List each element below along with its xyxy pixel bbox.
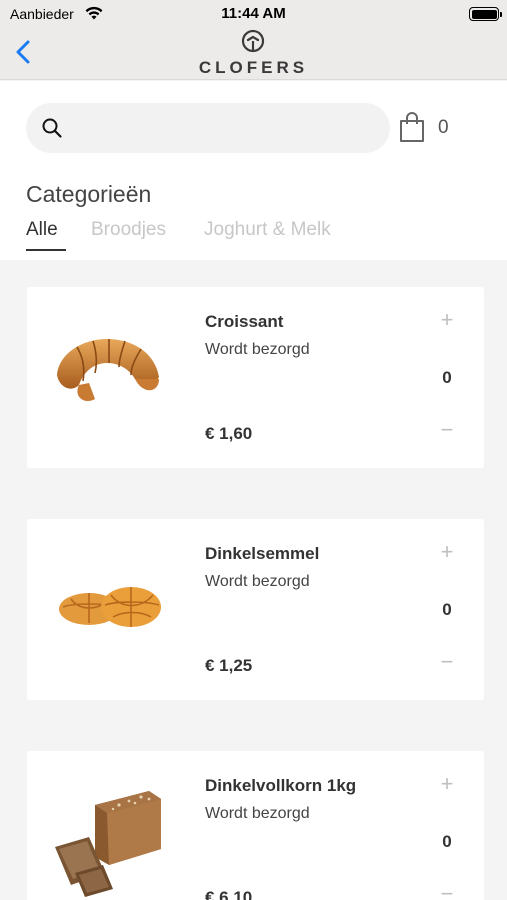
cart-button[interactable]: 0 [398, 111, 458, 145]
product-card: Croissant Wordt bezorgd € 1,60 + 0 − [27, 287, 484, 468]
search-input[interactable] [72, 103, 372, 153]
decrease-quantity-button[interactable]: − [435, 882, 459, 900]
active-tab-indicator [26, 249, 66, 251]
status-time: 11:44 AM [221, 5, 286, 22]
cart-count: 0 [438, 117, 449, 138]
product-quantity: 0 [442, 832, 452, 851]
search-icon [42, 118, 62, 138]
increase-quantity-button[interactable]: + [435, 540, 459, 564]
tab-alle[interactable]: Alle [26, 219, 58, 241]
header-section: 0 Categorieën Alle Broodjes Joghurt & Me… [0, 81, 507, 260]
search-bar[interactable] [26, 103, 390, 153]
croissant-image [57, 339, 159, 402]
product-status: Wordt bezorgd [205, 805, 310, 822]
decrease-quantity-button[interactable]: − [435, 650, 459, 674]
status-bar: Aanbieder 11:44 AM [0, 0, 507, 28]
product-name: Dinkelvollkorn 1kg [205, 776, 357, 795]
increase-quantity-button[interactable]: + [435, 308, 459, 332]
product-status: Wordt bezorgd [205, 341, 310, 358]
decrease-quantity-button[interactable]: − [435, 418, 459, 442]
navigation-bar: Aanbieder 11:44 AM CLOFERS [0, 0, 507, 80]
product-card: Dinkelsemmel Wordt bezorgd € 1,25 + 0 − [27, 519, 484, 700]
logo-wordmark: CLOFERS [198, 58, 309, 77]
battery-icon [469, 7, 502, 21]
product-card: Dinkelvollkorn 1kg Wordt bezorgd € 6,10 … [27, 751, 484, 900]
product-price: € 1,60 [205, 424, 253, 443]
shopping-bag-icon [400, 112, 424, 142]
product-name: Croissant [205, 312, 284, 331]
product-price: € 1,25 [205, 656, 253, 675]
product-status: Wordt bezorgd [205, 573, 310, 590]
logo-icon [241, 29, 265, 53]
tab-broodjes[interactable]: Broodjes [91, 219, 166, 241]
wholegrain-bread-image [55, 791, 161, 897]
increase-quantity-button[interactable]: + [435, 772, 459, 796]
tab-joghurt-melk[interactable]: Joghurt & Melk [204, 219, 331, 241]
categories-title: Categorieën [26, 181, 152, 207]
bread-rolls-image [59, 587, 161, 627]
product-name: Dinkelsemmel [205, 544, 320, 563]
product-quantity: 0 [442, 600, 452, 619]
product-price: € 6,10 [205, 888, 253, 900]
product-quantity: 0 [442, 368, 452, 387]
